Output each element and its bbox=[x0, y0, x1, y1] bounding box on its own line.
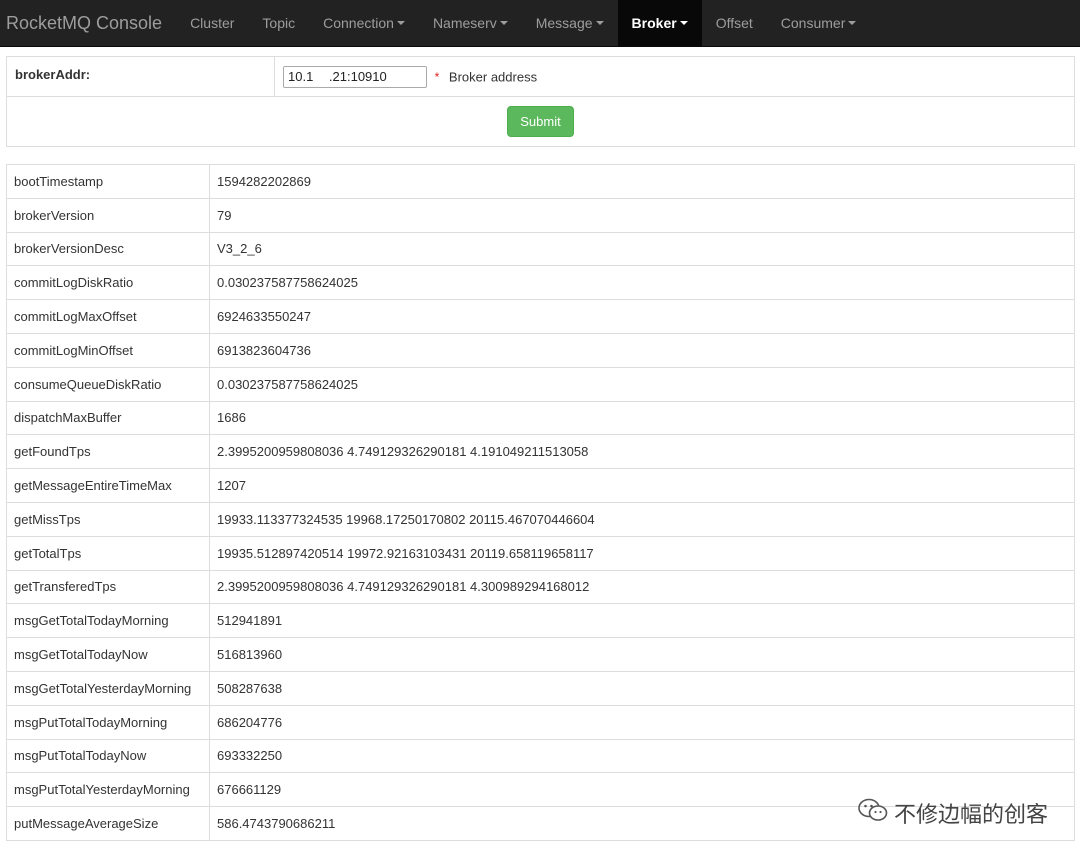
watermark-text: 不修边幅的创客 bbox=[893, 802, 1048, 827]
nav-item-label: Connection bbox=[323, 15, 394, 31]
nav-item-offset[interactable]: Offset bbox=[702, 0, 767, 46]
row-value: V3_2_6 bbox=[209, 231, 1075, 267]
row-key: brokerVersionDesc bbox=[6, 231, 210, 267]
row-value: 0.030237587758624025 bbox=[209, 366, 1075, 402]
caret-down-icon bbox=[396, 21, 405, 25]
submit-button[interactable]: Submit bbox=[507, 106, 574, 137]
row-key: getTransferedTps bbox=[6, 569, 210, 605]
nav-item-connection[interactable]: Connection bbox=[309, 0, 419, 46]
broker-addr-label: brokerAddr: bbox=[6, 56, 275, 97]
table-row: getMissTps 19933.113377324535 19968.17250… bbox=[6, 501, 1075, 537]
row-value: 0.030237587758624025 bbox=[209, 265, 1075, 301]
row-value: 512941891 bbox=[209, 603, 1075, 639]
nav-item-cluster[interactable]: Cluster bbox=[176, 0, 248, 46]
row-value: 1594282202869 bbox=[209, 164, 1075, 199]
row-value: 686204776 bbox=[209, 704, 1075, 740]
broker-form: brokerAddr: * Broker address Submit bbox=[6, 56, 1075, 147]
row-key: getMessageEntireTimeMax bbox=[6, 468, 210, 503]
row-value: 508287638 bbox=[209, 670, 1075, 706]
row-value: 79 bbox=[209, 197, 1075, 233]
nav-item-topic[interactable]: Topic bbox=[248, 0, 309, 46]
table-row: msgGetTotalTodayNow 516813960 bbox=[6, 637, 1075, 672]
caret-down-icon bbox=[848, 21, 857, 25]
table-row: brokerVersionDesc V3_2_6 bbox=[6, 231, 1075, 267]
row-key: commitLogMaxOffset bbox=[6, 299, 210, 334]
table-row: brokerVersion 79 bbox=[6, 197, 1075, 233]
table-row: commitLogDiskRatio 0.030237587758624025 bbox=[6, 265, 1075, 301]
submit-row: Submit bbox=[6, 96, 1075, 147]
table-row: commitLogMinOffset 6913823604736 bbox=[6, 332, 1075, 368]
brand-title[interactable]: RocketMQ Console bbox=[0, 0, 176, 46]
wechat-icon bbox=[858, 797, 888, 829]
row-value: 2.3995200959808036 4.749129326290181 4.3… bbox=[209, 569, 1075, 605]
top-navbar: RocketMQ Console Cluster Topic Connection N… bbox=[0, 0, 1080, 47]
table-row: dispatchMaxBuffer 1686 bbox=[6, 400, 1075, 436]
row-key: getTotalTps bbox=[6, 535, 210, 571]
row-key: msgGetTotalYesterdayMorning bbox=[6, 670, 210, 706]
row-value: 2.3995200959808036 4.749129326290181 4.1… bbox=[209, 434, 1075, 470]
table-row: getMessageEntireTimeMax 1207 bbox=[6, 468, 1075, 503]
table-row: msgGetTotalTodayMorning 512941891 bbox=[6, 603, 1075, 639]
row-value: 19933.113377324535 19968.17250170802 201… bbox=[209, 501, 1075, 537]
broker-addr-hint: Broker address bbox=[448, 69, 538, 84]
nav-item-label: Offset bbox=[715, 15, 753, 31]
nav-item-label: Message bbox=[535, 15, 593, 31]
nav-item-label: Consumer bbox=[780, 15, 846, 31]
broker-status-table: bootTimestamp 1594282202869 brokerVersion 7… bbox=[6, 164, 1075, 841]
row-key: dispatchMaxBuffer bbox=[6, 400, 210, 436]
table-row: msgPutTotalTodayNow 693332250 bbox=[6, 738, 1075, 774]
nav-item-message[interactable]: Message bbox=[522, 0, 618, 46]
nav-item-label: Broker bbox=[631, 15, 677, 31]
table-row: consumeQueueDiskRatio 0.03023758775862402… bbox=[6, 366, 1075, 402]
row-value: 19935.512897420514 19972.92163103431 201… bbox=[209, 535, 1075, 571]
row-key: commitLogMinOffset bbox=[6, 332, 210, 368]
row-key: msgPutTotalTodayMorning bbox=[6, 704, 210, 740]
table-row: getFoundTps 2.3995200959808036 4.74912932… bbox=[6, 434, 1075, 470]
nav-item-label: Nameserv bbox=[432, 15, 497, 31]
table-row: getTransferedTps 2.3995200959808036 4.749… bbox=[6, 569, 1075, 605]
row-value: 1686 bbox=[209, 400, 1075, 436]
row-key: msgPutTotalYesterdayMorning bbox=[6, 772, 210, 808]
row-value: 1207 bbox=[209, 468, 1075, 503]
nav-menu: Cluster Topic Connection Nameserv Message Bro… bbox=[176, 0, 870, 46]
row-key: msgPutTotalTodayNow bbox=[6, 738, 210, 774]
caret-down-icon bbox=[595, 21, 604, 25]
row-key: getMissTps bbox=[6, 501, 210, 537]
table-row: msgPutTotalTodayMorning 686204776 bbox=[6, 704, 1075, 740]
row-key: msgGetTotalTodayMorning bbox=[6, 603, 210, 639]
row-value: 6924633550247 bbox=[209, 299, 1075, 334]
nav-item-consumer[interactable]: Consumer bbox=[767, 0, 871, 46]
broker-addr-cell: * Broker address bbox=[274, 56, 1075, 97]
nav-item-label: Topic bbox=[262, 15, 296, 31]
row-key: commitLogDiskRatio bbox=[6, 265, 210, 301]
row-key: consumeQueueDiskRatio bbox=[6, 366, 210, 402]
caret-down-icon bbox=[679, 21, 688, 25]
nav-item-nameserv[interactable]: Nameserv bbox=[419, 0, 522, 46]
nav-item-label: Cluster bbox=[190, 15, 235, 31]
row-value: 693332250 bbox=[209, 738, 1075, 774]
required-mark: * bbox=[434, 69, 440, 84]
table-row: getTotalTps 19935.512897420514 19972.9216… bbox=[6, 535, 1075, 571]
table-row: msgGetTotalYesterdayMorning 508287638 bbox=[6, 670, 1075, 706]
nav-item-broker[interactable]: Broker bbox=[617, 0, 702, 46]
row-value: 6913823604736 bbox=[209, 332, 1075, 368]
table-row: commitLogMaxOffset 6924633550247 bbox=[6, 299, 1075, 334]
row-key: bootTimestamp bbox=[6, 164, 210, 199]
caret-down-icon bbox=[499, 21, 508, 25]
row-value: 516813960 bbox=[209, 637, 1075, 672]
table-row: bootTimestamp 1594282202869 bbox=[6, 164, 1075, 199]
row-key: brokerVersion bbox=[6, 197, 210, 233]
row-key: putMessageAverageSize bbox=[6, 806, 210, 841]
broker-addr-input[interactable] bbox=[283, 65, 427, 88]
row-key: msgGetTotalTodayNow bbox=[6, 637, 210, 672]
watermark: 不修边幅的创客 bbox=[858, 797, 1048, 829]
row-key: getFoundTps bbox=[6, 434, 210, 470]
